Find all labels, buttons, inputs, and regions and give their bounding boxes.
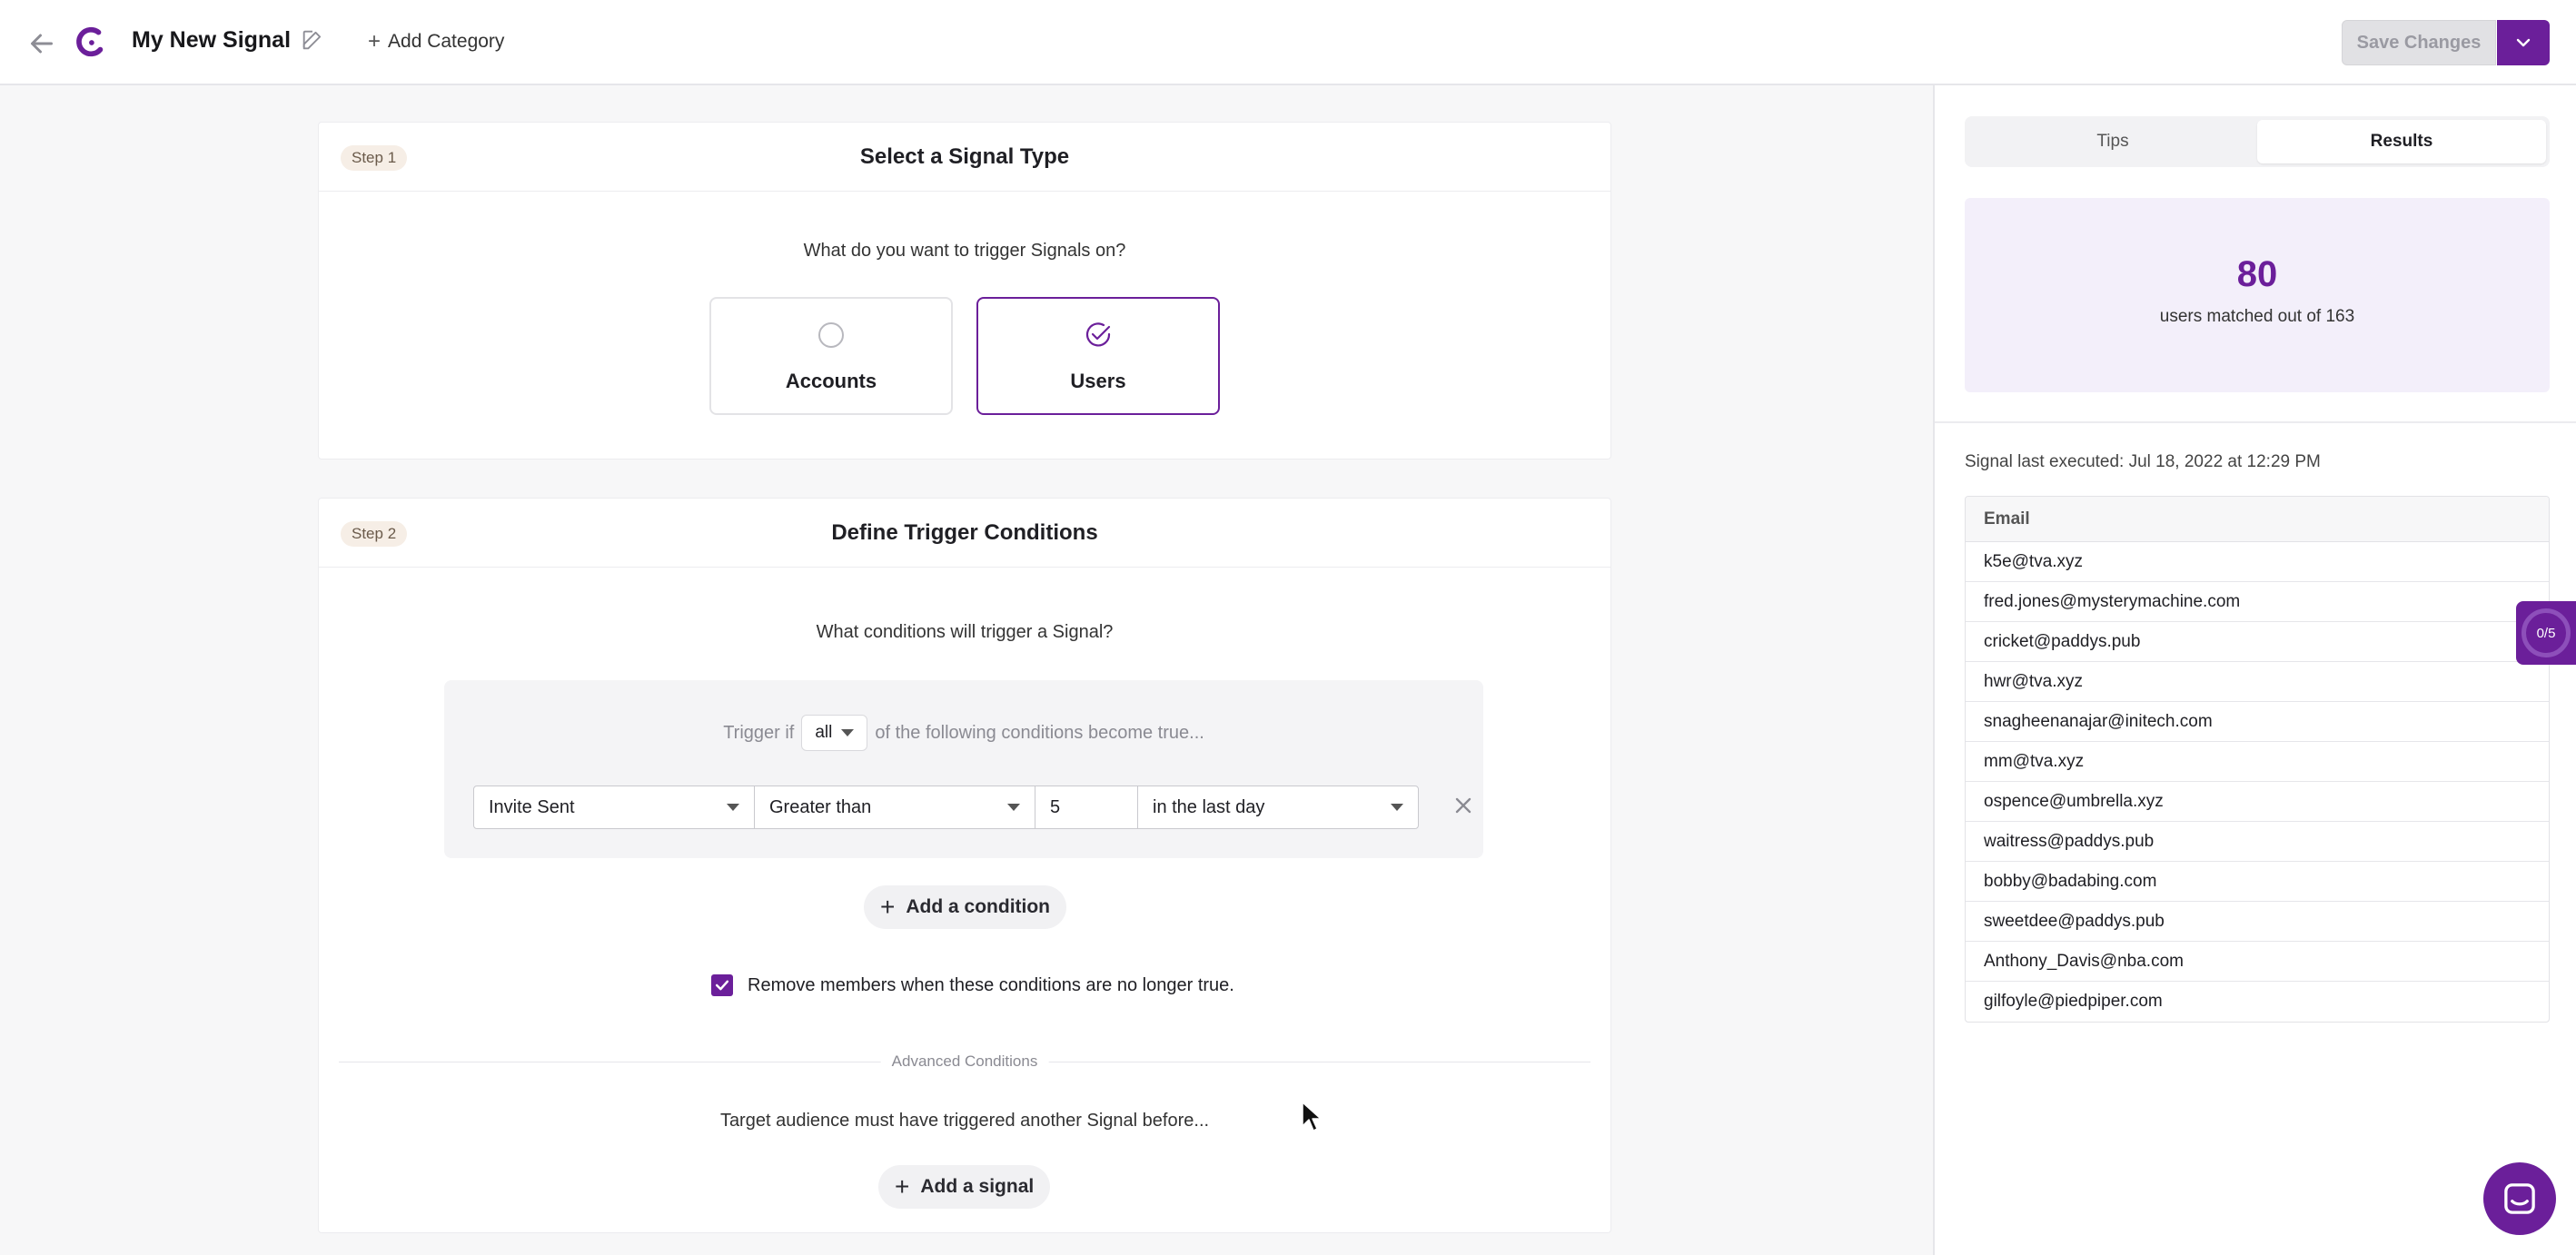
step2-question: What conditions will trigger a Signal? bbox=[816, 622, 1114, 642]
progress-ring: 0/5 bbox=[2522, 608, 2571, 657]
signal-type-users[interactable]: Users bbox=[976, 297, 1220, 415]
table-row: waitress@paddys.pub bbox=[1966, 822, 2549, 862]
condition-event-select[interactable]: Invite Sent bbox=[473, 786, 755, 829]
condition-operator-select[interactable]: Greater than bbox=[754, 786, 1035, 829]
results-panel: Tips Results 80 users matched out of 163… bbox=[1933, 85, 2576, 1255]
plus-icon: + bbox=[895, 1172, 910, 1201]
tab-results[interactable]: Results bbox=[2257, 120, 2546, 163]
onboarding-progress-badge[interactable]: 0/5 bbox=[2516, 601, 2576, 665]
remove-members-checkbox[interactable] bbox=[711, 974, 733, 996]
condition-value-input[interactable]: 5 bbox=[1035, 786, 1138, 829]
table-row: hwr@tva.xyz bbox=[1966, 662, 2549, 702]
trigger-prefix: Trigger if bbox=[723, 722, 795, 743]
check-circle-icon bbox=[1084, 321, 1113, 350]
main-content: Step 1 Select a Signal Type What do you … bbox=[0, 85, 1933, 1255]
chat-launcher-button[interactable] bbox=[2483, 1162, 2556, 1235]
add-condition-button[interactable]: + Add a condition bbox=[864, 885, 1067, 929]
add-signal-button[interactable]: + Add a signal bbox=[878, 1165, 1051, 1209]
table-header-email: Email bbox=[1966, 497, 2549, 542]
page-title: My New Signal bbox=[132, 27, 292, 53]
tab-tips[interactable]: Tips bbox=[1968, 120, 2257, 163]
advanced-conditions-divider: Advanced Conditions bbox=[339, 1052, 1590, 1071]
conditions-panel: Trigger if all of the following conditio… bbox=[444, 680, 1483, 858]
step2-title: Define Trigger Conditions bbox=[831, 520, 1098, 545]
caret-down-icon bbox=[1391, 804, 1403, 811]
step1-question: What do you want to trigger Signals on? bbox=[803, 241, 1126, 261]
chevron-down-icon bbox=[2516, 38, 2531, 47]
table-row: gilfoyle@piedpiper.com bbox=[1984, 992, 2163, 1011]
side-divider bbox=[1935, 421, 2576, 423]
matched-count: 80 bbox=[2236, 254, 2278, 294]
add-condition-label: Add a condition bbox=[906, 896, 1051, 917]
advanced-conditions-label: Advanced Conditions bbox=[880, 1052, 1049, 1071]
condition-timeframe-select[interactable]: in the last day bbox=[1137, 786, 1419, 829]
top-bar: My New Signal + Add Category Save Change… bbox=[0, 0, 2576, 85]
mouse-cursor-icon bbox=[1301, 1101, 1323, 1133]
table-row: Anthony_Davis@nba.com bbox=[1966, 942, 2549, 982]
table-row: snagheenanajar@initech.com bbox=[1966, 702, 2549, 742]
table-row: bobby@badabing.com bbox=[1966, 862, 2549, 902]
table-row: cricket@paddys.pub bbox=[1966, 622, 2549, 662]
trigger-mode-value: all bbox=[815, 723, 833, 742]
trigger-mode-select[interactable]: all bbox=[801, 715, 868, 751]
caret-down-icon bbox=[727, 804, 739, 811]
results-table: Email k5e@tva.xyz fred.jones@mysterymach… bbox=[1965, 496, 2550, 1023]
signal-type-accounts[interactable]: Accounts bbox=[709, 297, 953, 415]
side-tabs: Tips Results bbox=[1965, 116, 2550, 167]
add-category-button[interactable]: + Add Category bbox=[368, 29, 504, 54]
condition-value: 5 bbox=[1050, 796, 1061, 817]
table-row: fred.jones@mysterymachine.com bbox=[1966, 582, 2549, 622]
radio-empty-icon bbox=[817, 321, 846, 350]
trigger-suffix: of the following conditions become true.… bbox=[875, 722, 1204, 743]
table-row: k5e@tva.xyz bbox=[1966, 542, 2549, 582]
signal-type-users-label: Users bbox=[1070, 370, 1126, 392]
save-changes-button[interactable]: Save Changes bbox=[2342, 20, 2496, 65]
caret-down-icon bbox=[841, 729, 855, 736]
add-signal-label: Add a signal bbox=[920, 1176, 1035, 1197]
add-category-label: Add Category bbox=[388, 31, 505, 52]
chat-icon bbox=[2504, 1183, 2535, 1214]
save-options-dropdown[interactable] bbox=[2497, 20, 2550, 65]
caret-down-icon bbox=[1007, 804, 1020, 811]
edit-title-icon[interactable] bbox=[300, 27, 325, 53]
table-row: ospence@umbrella.xyz bbox=[1966, 782, 2549, 822]
step1-title: Select a Signal Type bbox=[859, 144, 1070, 169]
remove-condition-close-icon[interactable] bbox=[1451, 793, 1476, 818]
match-stats: 80 users matched out of 163 bbox=[1965, 198, 2550, 392]
step1-header: Step 1 Select a Signal Type bbox=[319, 123, 1610, 192]
condition-event-value: Invite Sent bbox=[489, 796, 575, 817]
trigger-line: Trigger if all of the following conditio… bbox=[444, 715, 1483, 751]
advanced-question: Target audience must have triggered anot… bbox=[719, 1111, 1210, 1131]
table-row: mm@tva.xyz bbox=[1966, 742, 2549, 782]
step1-card: Step 1 Select a Signal Type What do you … bbox=[318, 122, 1611, 460]
step2-card: Step 2 Define Trigger Conditions What co… bbox=[318, 498, 1611, 1233]
remove-members-label: Remove members when these conditions are… bbox=[748, 974, 1234, 995]
back-arrow-icon[interactable] bbox=[25, 27, 58, 60]
last-executed-text: Signal last executed: Jul 18, 2022 at 12… bbox=[1965, 452, 2321, 471]
plus-icon: + bbox=[368, 29, 381, 54]
table-row: sweetdee@paddys.pub bbox=[1966, 902, 2549, 942]
plus-icon: + bbox=[880, 893, 896, 921]
app-logo-icon[interactable] bbox=[73, 25, 107, 60]
checkmark-icon bbox=[715, 980, 729, 991]
step2-header: Step 2 Define Trigger Conditions bbox=[319, 499, 1610, 568]
condition-timeframe-value: in the last day bbox=[1153, 796, 1265, 817]
signal-type-accounts-label: Accounts bbox=[785, 370, 877, 392]
condition-operator-value: Greater than bbox=[769, 796, 872, 817]
matched-text: users matched out of 163 bbox=[2159, 307, 2355, 326]
remove-members-row: Remove members when these conditions are… bbox=[711, 974, 1234, 996]
